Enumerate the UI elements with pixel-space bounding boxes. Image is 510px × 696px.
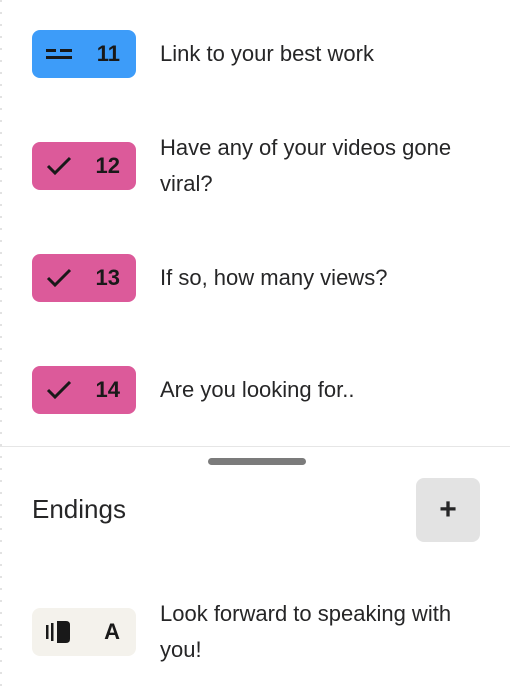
ending-screen-icon [44, 620, 74, 644]
question-number: 12 [95, 153, 120, 178]
panel-edge [0, 0, 2, 696]
question-item-12[interactable]: 12 Have any of your videos gone viral? [32, 135, 482, 202]
plus-icon: + [439, 493, 457, 526]
section-divider [0, 446, 510, 447]
question-label: Have any of your videos gone viral? [160, 135, 452, 196]
question-label: Link to your best work [160, 41, 374, 66]
question-item-14[interactable]: 14 Are you looking for.. [32, 366, 482, 414]
ending-badge: A [32, 608, 136, 656]
ending-label: Look forward to speaking with you! [160, 601, 452, 662]
question-label: If so, how many views? [160, 265, 388, 290]
question-item-13[interactable]: 13 If so, how many views? [32, 254, 482, 302]
resize-drag-handle[interactable] [208, 458, 306, 465]
question-item-11[interactable]: 11 Link to your best work [32, 30, 482, 78]
question-badge: 14 [32, 366, 136, 414]
ending-letter: A [104, 619, 120, 644]
question-number: 14 [95, 377, 120, 402]
check-icon [44, 378, 74, 402]
question-badge: 11 [32, 30, 136, 78]
question-number: 11 [96, 41, 120, 66]
check-icon [44, 266, 74, 290]
question-label: Are you looking for.. [160, 377, 355, 402]
question-badge: 12 [32, 142, 136, 190]
question-list-panel: 11 Link to your best work 12 Have any of… [0, 0, 510, 696]
ending-item-a[interactable]: A Look forward to speaking with you! [32, 601, 482, 668]
check-icon [44, 154, 74, 178]
endings-heading: Endings [32, 494, 126, 524]
short-text-icon [44, 42, 74, 66]
question-number: 13 [95, 265, 120, 290]
question-badge: 13 [32, 254, 136, 302]
add-ending-button[interactable]: + [416, 478, 480, 542]
